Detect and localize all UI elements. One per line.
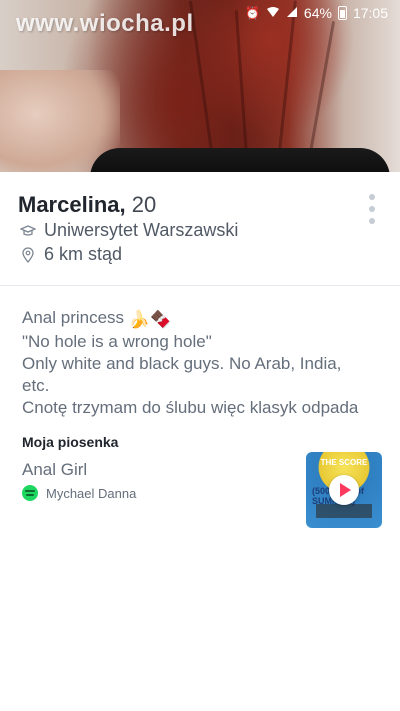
more-dot-icon (369, 206, 375, 212)
bio-line: Only white and black guys. No Arab, Indi… (22, 354, 342, 373)
album-art-band (316, 504, 372, 518)
bio-line: "No hole is a wrong hole" (22, 332, 212, 351)
battery-percent: 64% (303, 5, 332, 21)
distance-row: 6 km stąd (20, 244, 122, 265)
song-title: Anal Girl (22, 460, 88, 479)
school-row: Uniwersytet Warszawski (20, 220, 238, 241)
wifi-icon (266, 6, 280, 21)
name-age: Marcelina, 20 (18, 192, 156, 218)
spotify-icon (22, 485, 38, 501)
play-button[interactable] (329, 475, 359, 505)
profile-name: Marcelina, (18, 192, 126, 217)
banana-chocolate-emoji: 🍌🍫 (128, 310, 172, 329)
album-art[interactable]: THE SCORE (500 days of SUMMER) (306, 452, 382, 528)
bio-line: Anal princess 🍌🍫 (22, 307, 382, 331)
photo-shirt (90, 148, 390, 172)
artist-name: Mychael Danna (46, 485, 137, 501)
school-name: Uniwersytet Warszawski (44, 220, 239, 240)
bio: Anal princess 🍌🍫 "No hole is a wrong hol… (22, 307, 382, 419)
profile-age: 20 (131, 192, 157, 217)
bio-line-text: Anal princess (22, 308, 125, 327)
photo-hair-strand (234, 10, 249, 160)
bio-line: Cnotę trzymam do ślubu więc klasyk odpad… (22, 398, 359, 417)
album-art-text: THE SCORE (320, 458, 368, 467)
anthem-heading: Moja piosenka (22, 434, 119, 450)
battery-icon (337, 6, 347, 20)
distance-text: 6 km stąd (44, 244, 123, 264)
alarm-icon: ⏰ (244, 6, 260, 20)
graduation-cap-icon (20, 224, 36, 238)
profile-header: Marcelina, 20 Uniwersytet Warszawski 6 k… (0, 172, 400, 286)
signal-icon (286, 6, 298, 21)
location-pin-icon (20, 246, 36, 263)
photo-hair-strand (307, 20, 336, 160)
more-dot-icon (369, 194, 375, 200)
more-options-button[interactable] (366, 194, 378, 224)
clock: 17:05 (352, 5, 388, 21)
more-dot-icon (369, 218, 375, 224)
bio-line: etc. (22, 376, 50, 395)
status-bar: ⏰ 64% 17:05 (0, 0, 400, 26)
artist-row: Mychael Danna (22, 485, 136, 501)
